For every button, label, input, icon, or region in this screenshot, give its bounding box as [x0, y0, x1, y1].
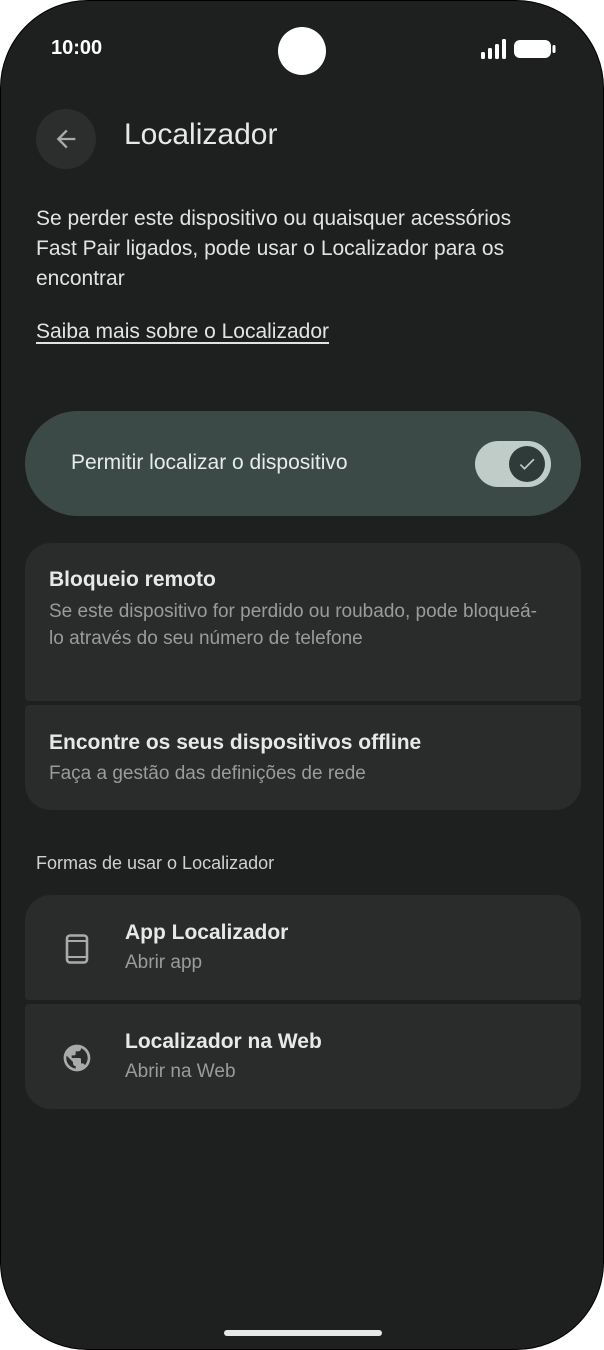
camera-cutout	[278, 27, 326, 75]
home-indicator[interactable]	[224, 1330, 382, 1336]
toggle-label: Permitir localizar o dispositivo	[71, 451, 348, 474]
web-finder-subtitle: Abrir na Web	[125, 1061, 236, 1082]
page-title: Localizador	[124, 118, 278, 151]
remote-lock-title: Bloqueio remoto	[49, 568, 216, 591]
web-finder-item[interactable]: Localizador na Web Abrir na Web	[25, 1004, 581, 1109]
offline-devices-title: Encontre os seus dispositivos offline	[49, 731, 422, 754]
allow-find-device-toggle-row[interactable]: Permitir localizar o dispositivo	[25, 411, 581, 516]
allow-find-device-switch[interactable]	[475, 441, 551, 487]
ways-section-header: Formas de usar o Localizador	[36, 853, 275, 873]
phone-screen: 10:00 Localizador Se perder este disposi…	[0, 0, 604, 1350]
battery-icon	[514, 40, 556, 58]
status-time: 10:00	[51, 37, 103, 59]
status-bar: 10:00	[1, 1, 603, 96]
app-finder-title: App Localizador	[125, 921, 289, 944]
app-finder-subtitle: Abrir app	[125, 952, 203, 973]
switch-thumb	[509, 446, 545, 482]
phone-icon	[61, 933, 93, 965]
check-icon	[519, 458, 535, 470]
web-finder-title: Localizador na Web	[125, 1030, 322, 1053]
remote-lock-subtitle: Se este dispositivo for perdido ou rouba…	[49, 601, 538, 649]
globe-icon	[61, 1042, 93, 1074]
signal-icon	[481, 39, 506, 59]
app-finder-item[interactable]: App Localizador Abrir app	[25, 895, 581, 1000]
back-button[interactable]	[36, 109, 96, 169]
offline-devices-subtitle: Faça a gestão das definições de rede	[49, 763, 366, 784]
offline-devices-item[interactable]: Encontre os seus dispositivos offline Fa…	[25, 705, 581, 810]
remote-lock-item[interactable]: Bloqueio remoto Se este dispositivo for …	[25, 543, 581, 701]
arrow-back-icon	[56, 129, 76, 149]
learn-more-link[interactable]: Saiba mais sobre o Localizador	[36, 320, 329, 344]
intro-description: Se perder este dispositivo ou quaisquer …	[36, 207, 512, 290]
